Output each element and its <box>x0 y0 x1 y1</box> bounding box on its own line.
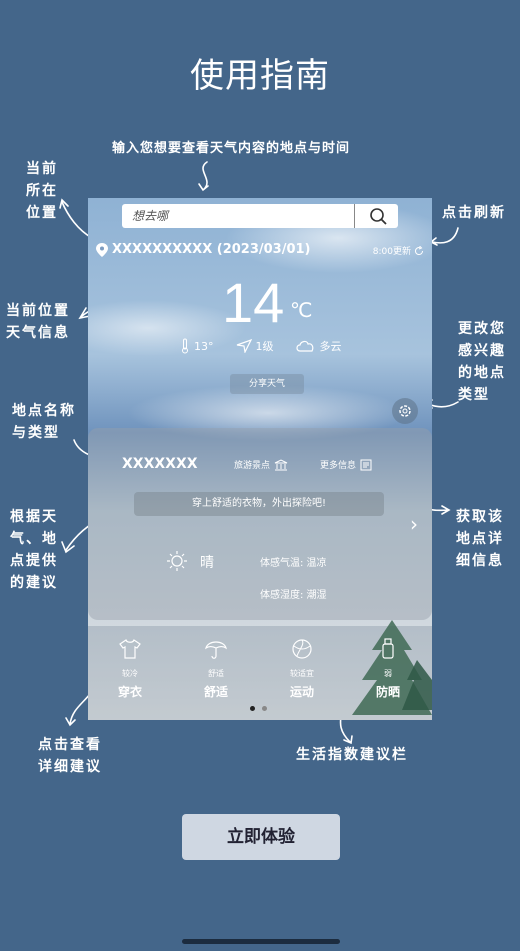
more-info-text: 更多信息 <box>320 461 357 471</box>
cloud-icon <box>295 340 313 352</box>
chevron-right-icon[interactable]: › <box>410 512 418 536</box>
life-item-comfort[interactable]: 舒适 舒适 <box>186 636 246 700</box>
life-item-main: 穿衣 <box>117 685 142 699</box>
search-divider <box>354 204 355 228</box>
place-type-text: 旅游景点 <box>234 461 271 471</box>
more-info-button[interactable]: 更多信息 <box>320 458 372 471</box>
sunscreen-icon <box>382 638 394 659</box>
annotation-get-details: 获取该 地点详 细信息 <box>456 509 504 569</box>
temperature-value: 14 <box>222 271 285 334</box>
stat-temp-text: 13° <box>194 339 214 353</box>
life-index-bar: 较冷 穿衣 舒适 舒适 较适宜 运动 弱 防晒 <box>88 620 432 720</box>
umbrella-icon <box>205 641 227 659</box>
temperature-unit: ℃ <box>290 298 313 322</box>
home-indicator <box>182 939 340 944</box>
stat-sky: 多云 <box>295 338 342 354</box>
gear-icon[interactable] <box>392 398 418 424</box>
landmark-icon <box>274 458 288 470</box>
life-item-sub: 较冷 <box>122 669 138 678</box>
phone-mockup: XXXXXXXXXX (2023/03/01) 8:00更新 14 ℃ 13° … <box>88 198 432 720</box>
thermometer-icon <box>182 338 188 354</box>
annotation-tap-details: 点击查看 详细建议 <box>38 737 102 775</box>
stat-temp: 13° <box>180 338 214 354</box>
feel-temperature: 体感气温: 温凉 <box>260 558 327 569</box>
life-item-main: 舒适 <box>203 685 228 699</box>
page-title: 使用指南 <box>190 56 330 96</box>
annotation-suggestion: 根据天 气、地 点提供 的建议 <box>10 509 58 591</box>
search-icon[interactable] <box>362 205 394 227</box>
start-now-button[interactable]: 立即体验 <box>182 814 340 860</box>
wind-icon <box>236 339 252 353</box>
stat-wind-text: 1级 <box>255 340 274 353</box>
condition-text: 晴 <box>200 555 214 571</box>
info-icon <box>360 459 372 470</box>
life-item-sub: 较适宜 <box>290 669 314 678</box>
place-name: XXXXXXX <box>122 456 198 472</box>
refresh-icon <box>415 245 424 255</box>
search-input[interactable] <box>132 204 352 228</box>
life-item-main: 运动 <box>289 685 314 699</box>
annotation-search-hint: 输入您想要查看天气内容的地点与时间 <box>112 141 351 156</box>
search-box[interactable] <box>122 204 398 228</box>
annotation-change-type: 更改您 感兴趣 的地点 类型 <box>458 321 506 403</box>
annotation-place-name-type: 地点名称 与类型 <box>12 403 76 441</box>
life-item-sub: 弱 <box>384 669 392 678</box>
location-pin-icon <box>96 242 108 257</box>
life-item-main: 防晒 <box>375 685 400 699</box>
life-item-sunscreen[interactable]: 弱 防晒 <box>358 636 418 700</box>
page-dot-active[interactable] <box>250 706 255 711</box>
location-text: XXXXXXXXXX (2023/03/01) <box>112 242 311 257</box>
life-item-sub: 舒适 <box>208 669 224 678</box>
place-type[interactable]: 旅游景点 <box>234 458 288 471</box>
life-item-sport[interactable]: 较适宜 运动 <box>272 636 332 700</box>
shirt-icon <box>119 639 141 659</box>
feel-humidity: 体感湿度: 潮湿 <box>260 590 327 601</box>
weather-stats: 13° 1级 多云 <box>180 338 342 354</box>
stat-sky-text: 多云 <box>319 340 342 353</box>
stat-wind: 1级 <box>236 338 274 354</box>
location-row[interactable]: XXXXXXXXXX (2023/03/01) <box>96 242 311 257</box>
page-dot[interactable] <box>262 706 267 711</box>
annotation-current-location: 当前 所在 位置 <box>26 161 58 221</box>
annotation-current-weather: 当前位置 天气信息 <box>6 303 70 341</box>
ball-icon <box>292 639 312 659</box>
place-info-card: XXXXXXX 旅游景点 更多信息 穿上舒适的衣物，外出探险吧! › 晴 体感气… <box>88 428 432 620</box>
refresh-button[interactable]: 8:00更新 <box>373 244 424 257</box>
arrow-search <box>198 161 209 192</box>
life-item-clothing[interactable]: 较冷 穿衣 <box>100 636 160 700</box>
suggestion-bar[interactable]: 穿上舒适的衣物，外出探险吧! <box>134 492 384 516</box>
arrow-refresh <box>429 227 459 246</box>
sun-icon <box>166 550 188 576</box>
refresh-time: 8:00更新 <box>372 247 411 257</box>
annotation-refresh: 点击刷新 <box>442 205 506 221</box>
share-weather-button[interactable]: 分享天气 <box>230 374 304 394</box>
